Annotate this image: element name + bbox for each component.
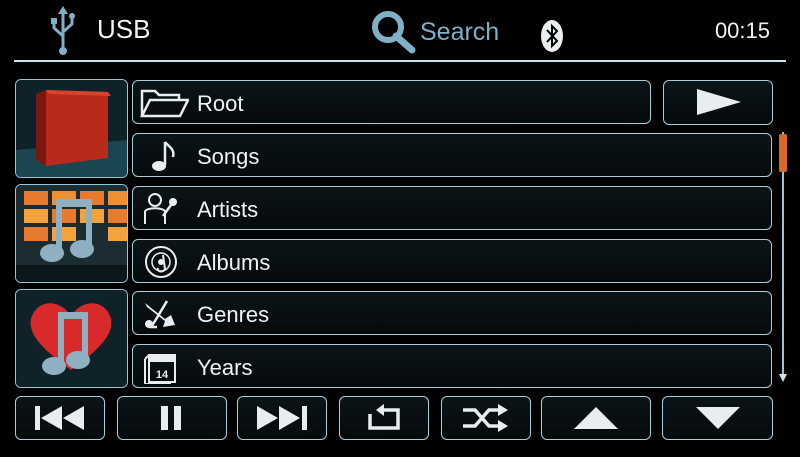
next-track-button[interactable] bbox=[237, 396, 327, 440]
arrow-up-icon bbox=[574, 407, 618, 429]
scroll-down-button[interactable] bbox=[662, 396, 773, 440]
instruments-icon bbox=[145, 300, 175, 329]
bluetooth-icon bbox=[541, 20, 563, 52]
browse-item-label: Albums bbox=[197, 250, 271, 275]
disc-icon bbox=[145, 246, 177, 278]
folder-icon bbox=[139, 89, 189, 118]
clock: 00:15 bbox=[714, 18, 770, 43]
scroll-down-arrow-icon bbox=[779, 374, 787, 382]
previous-track-button[interactable] bbox=[15, 396, 105, 440]
scroll-up-button[interactable] bbox=[541, 396, 651, 440]
artist-mic-icon bbox=[144, 193, 177, 224]
calendar-day: 14 bbox=[156, 369, 169, 381]
top-bar: USB Search 00:15 bbox=[0, 0, 800, 62]
pause-button[interactable] bbox=[117, 396, 227, 440]
heart-music-thumbnail bbox=[15, 289, 128, 388]
calendar-icon: 14 bbox=[144, 354, 176, 384]
search-magnifier-icon bbox=[372, 11, 416, 54]
search-label: Search bbox=[420, 18, 500, 46]
music-note-icon bbox=[152, 141, 175, 171]
next-track-icon bbox=[257, 406, 307, 430]
usb-icon bbox=[51, 6, 75, 55]
source-label[interactable]: USB bbox=[97, 14, 150, 45]
play-icon bbox=[697, 89, 741, 115]
pause-icon bbox=[161, 406, 181, 430]
list-scrollbar[interactable] bbox=[779, 132, 787, 386]
arrow-down-icon bbox=[695, 407, 740, 429]
browse-item-label: Genres bbox=[197, 302, 270, 327]
browse-item-artists[interactable]: Artists bbox=[132, 186, 772, 230]
browse-item-years[interactable]: 14 Years bbox=[132, 344, 772, 388]
play-button[interactable] bbox=[663, 80, 773, 125]
browse-item-label: Years bbox=[197, 355, 253, 380]
browse-item-label: Root bbox=[197, 91, 244, 116]
music-grid-thumbnail bbox=[15, 184, 128, 283]
browse-item-root[interactable]: Root bbox=[132, 80, 651, 124]
scroll-thumb[interactable] bbox=[779, 134, 787, 172]
folder-thumbnail bbox=[15, 79, 128, 178]
repeat-button[interactable] bbox=[339, 396, 429, 440]
browse-item-albums[interactable]: Albums bbox=[132, 239, 772, 283]
shuffle-icon bbox=[463, 404, 508, 432]
repeat-icon bbox=[368, 404, 400, 430]
browse-item-genres[interactable]: Genres bbox=[132, 291, 772, 335]
previous-track-icon bbox=[35, 406, 84, 430]
browse-item-songs[interactable]: Songs bbox=[132, 133, 772, 177]
browse-item-label: Artists bbox=[197, 197, 259, 222]
browse-item-label: Songs bbox=[197, 144, 260, 169]
shuffle-button[interactable] bbox=[441, 396, 531, 440]
